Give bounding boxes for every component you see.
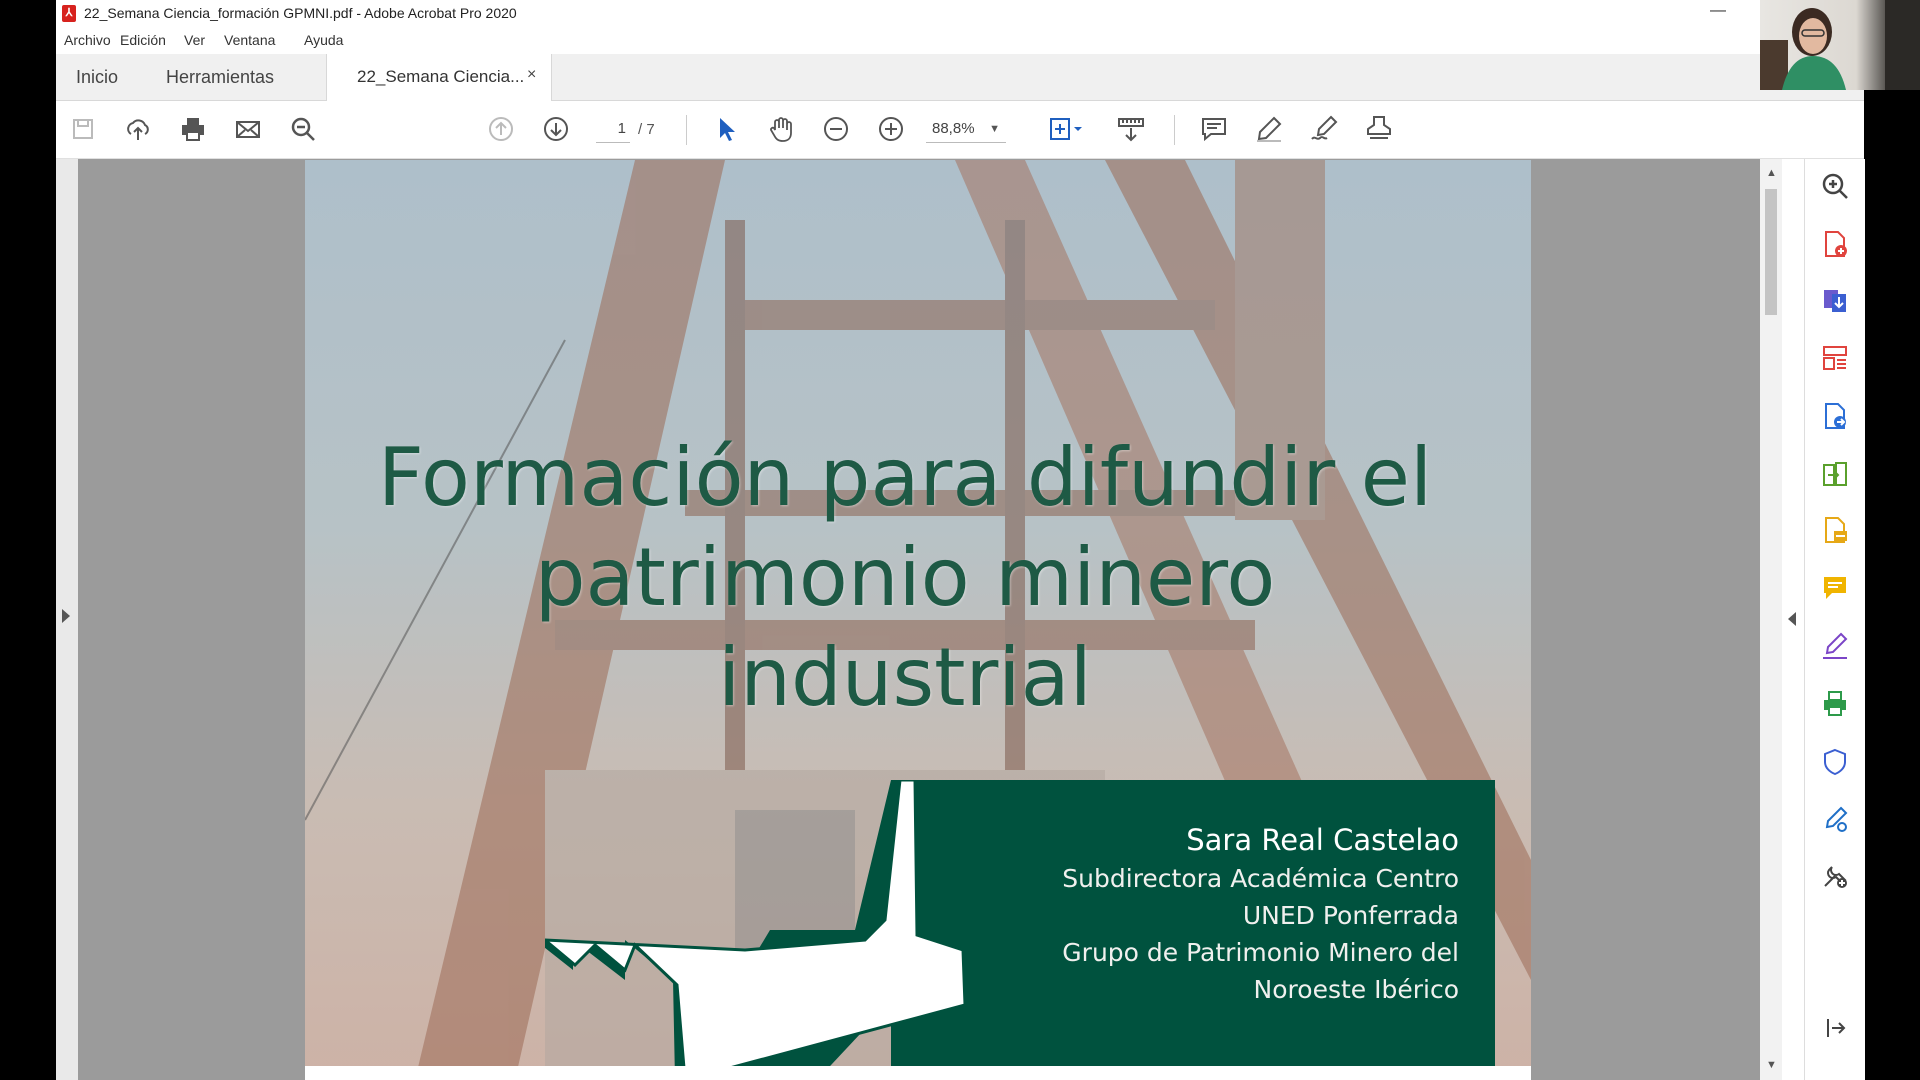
comment-icon[interactable]: [1199, 114, 1229, 144]
fit-page-icon[interactable]: [1046, 114, 1088, 144]
tab-document[interactable]: 22_Semana Ciencia... ×: [326, 54, 552, 101]
factory-logo: [545, 780, 967, 1080]
highlight-icon[interactable]: [1254, 114, 1284, 144]
left-nav-pane[interactable]: [56, 159, 78, 1080]
right-tools-pane: [1804, 159, 1865, 1080]
print-production-icon[interactable]: [1820, 689, 1850, 719]
close-tab-icon[interactable]: ×: [527, 66, 536, 84]
tab-bar: Inicio Herramientas 22_Semana Ciencia...…: [56, 54, 1864, 101]
presenter-name: Sara Real Castelao: [1186, 823, 1459, 857]
menu-ver[interactable]: Ver: [184, 32, 205, 48]
presenter-center: UNED Ponferrada: [1242, 901, 1459, 930]
page-up-icon[interactable]: [486, 114, 516, 144]
acrobat-window: ⅄ 22_Semana Ciencia_formación GPMNI.pdf …: [56, 0, 1865, 1080]
acrobat-logo-icon: ⅄: [62, 5, 76, 22]
page-down-icon[interactable]: [541, 114, 571, 144]
slide-title: Formación para difundir el patrimonio mi…: [365, 428, 1445, 728]
tab-inicio[interactable]: Inicio: [76, 54, 118, 100]
more-tools-icon[interactable]: [1820, 861, 1850, 891]
toolbar: 1 / 7 88,8% ▼: [56, 101, 1864, 159]
page-total: / 7: [638, 121, 655, 138]
presenter-group-cont: Noroeste Ibérico: [1253, 975, 1459, 1004]
tab-document-label: 22_Semana Ciencia...: [357, 67, 525, 86]
certificates-icon[interactable]: [1820, 805, 1850, 835]
protect-icon[interactable]: [1820, 747, 1850, 777]
save-icon[interactable]: [68, 114, 98, 144]
zoom-out-icon[interactable]: [821, 114, 851, 144]
email-icon[interactable]: [233, 114, 263, 144]
collapse-pane-icon[interactable]: [1820, 1013, 1850, 1043]
page-number-input[interactable]: 1: [596, 115, 630, 143]
toolbar-divider: [686, 115, 687, 145]
collapse-right-pane-icon[interactable]: [1788, 612, 1796, 626]
vertical-scrollbar[interactable]: ▲ ▼: [1760, 159, 1782, 1080]
menu-ventana[interactable]: Ventana: [224, 32, 275, 48]
presenter-info: Sara Real Castelao Subdirectora Académic…: [1062, 820, 1459, 1008]
hand-icon[interactable]: [766, 114, 796, 144]
presenter-video: [1760, 0, 1920, 90]
comment-tool-icon[interactable]: [1820, 573, 1850, 603]
organize-pages-icon[interactable]: [1820, 343, 1850, 373]
expand-nav-pane-icon[interactable]: [62, 609, 70, 623]
zoom-search-icon[interactable]: [1820, 171, 1850, 201]
slide-title-line: patrimonio minero: [534, 531, 1276, 624]
slide-title-line: Formación para difundir el: [377, 431, 1433, 524]
title-bar: ⅄ 22_Semana Ciencia_formación GPMNI.pdf …: [56, 0, 1864, 28]
window-title: 22_Semana Ciencia_formación GPMNI.pdf - …: [84, 5, 517, 21]
export-pdf-icon[interactable]: [1820, 285, 1850, 315]
menu-edicion[interactable]: Edición: [120, 32, 166, 48]
sign-icon[interactable]: [1309, 114, 1339, 144]
create-pdf-icon[interactable]: [1820, 229, 1850, 259]
chevron-down-icon: ▼: [989, 123, 1000, 135]
zoom-dropdown[interactable]: 88,8% ▼: [926, 115, 1006, 143]
combine-files-icon[interactable]: [1820, 459, 1850, 489]
menu-archivo[interactable]: Archivo: [64, 32, 111, 48]
stamp-icon[interactable]: [1364, 114, 1394, 144]
scroll-mode-icon[interactable]: [1116, 114, 1146, 144]
minimize-button[interactable]: —: [1706, 2, 1730, 24]
request-signature-icon[interactable]: [1820, 515, 1850, 545]
page-bottom-edge: [305, 1066, 1531, 1080]
print-icon[interactable]: [178, 114, 208, 144]
pdf-page: Formación para difundir el patrimonio mi…: [305, 160, 1531, 1080]
fill-sign-icon[interactable]: [1820, 631, 1850, 661]
presenter-role: Subdirectora Académica Centro: [1062, 864, 1459, 893]
zoom-value: 88,8%: [932, 120, 975, 137]
edit-pdf-icon[interactable]: [1820, 401, 1850, 431]
webcam-overlay: [1760, 0, 1920, 90]
menu-ayuda[interactable]: Ayuda: [304, 32, 343, 48]
toolbar-divider: [1174, 115, 1175, 145]
select-cursor-icon[interactable]: [711, 114, 741, 144]
scroll-up-icon[interactable]: ▲: [1766, 167, 1777, 179]
zoom-in-icon[interactable]: [876, 114, 906, 144]
search-icon[interactable]: [288, 114, 318, 144]
scroll-down-icon[interactable]: ▼: [1766, 1059, 1777, 1071]
slide-title-line: industrial: [718, 631, 1092, 724]
upload-icon[interactable]: [123, 114, 153, 144]
presenter-group: Grupo de Patrimonio Minero del: [1062, 938, 1459, 967]
menu-bar: Archivo Edición Ver Ventana Ayuda: [56, 28, 1864, 54]
scrollbar-thumb[interactable]: [1765, 189, 1777, 315]
tab-herramientas[interactable]: Herramientas: [166, 54, 274, 100]
